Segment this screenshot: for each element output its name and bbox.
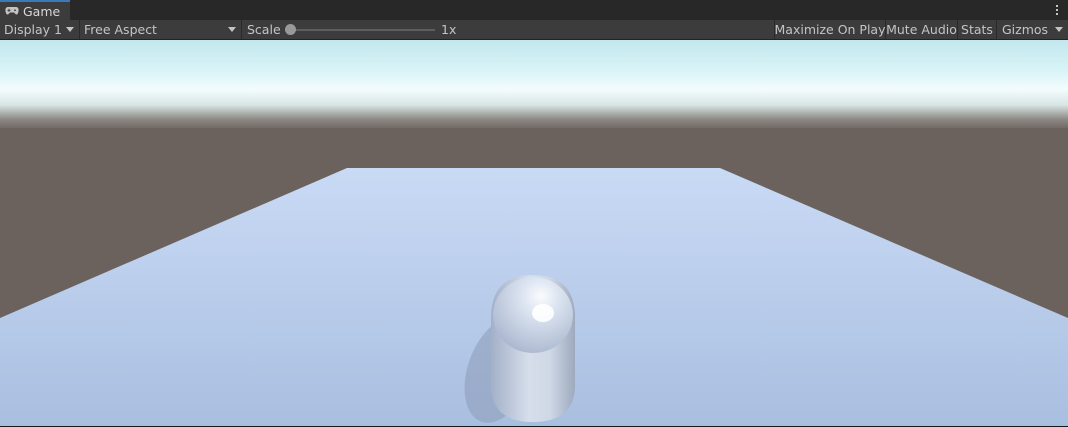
tab-title: Game [23, 3, 61, 19]
scale-label: Scale [247, 22, 281, 37]
aspect-dropdown-label: Free Aspect [84, 22, 157, 37]
chevron-down-icon [1055, 27, 1063, 32]
mute-audio-button[interactable]: Mute Audio [886, 20, 958, 39]
display-dropdown-label: Display 1 [4, 22, 63, 37]
game-toolbar: Display 1 Free Aspect Scale 1x Maximize … [0, 20, 1068, 40]
game-scene [0, 40, 1068, 426]
gamepad-icon [5, 7, 19, 15]
maximize-on-play-button[interactable]: Maximize On Play [774, 20, 886, 39]
tab-bar: Game [0, 0, 1068, 20]
more-vertical-icon[interactable] [1052, 2, 1062, 18]
gizmos-button[interactable]: Gizmos [997, 20, 1048, 39]
scale-value: 1x [441, 22, 457, 37]
sky [0, 40, 1068, 130]
game-viewport[interactable] [0, 40, 1068, 426]
capsule-highlight [532, 304, 554, 322]
chevron-down-icon [66, 27, 74, 32]
chevron-down-icon [228, 27, 236, 32]
scale-slider-thumb[interactable] [285, 24, 296, 35]
stats-button[interactable]: Stats [958, 20, 997, 39]
scale-slider-track[interactable] [290, 29, 435, 31]
aspect-dropdown[interactable]: Free Aspect [80, 20, 242, 39]
gizmos-dropdown[interactable] [1048, 20, 1068, 39]
tab-game[interactable]: Game [0, 0, 70, 20]
display-dropdown[interactable]: Display 1 [0, 20, 80, 39]
